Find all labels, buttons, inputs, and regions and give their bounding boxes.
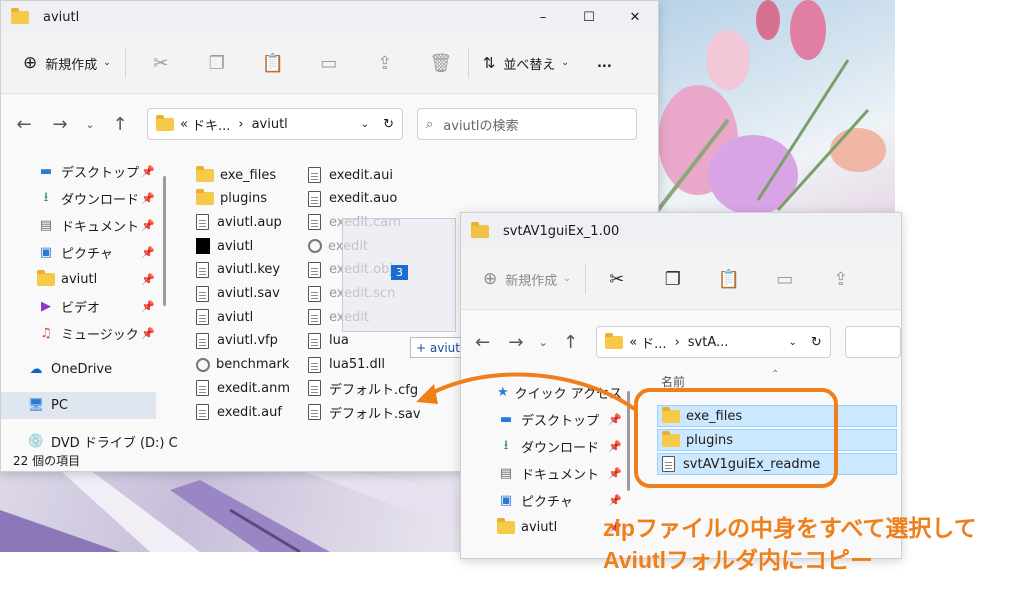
- instruction-line-2: Aviutlフォルダ内にコピー: [603, 547, 874, 573]
- annotation-overlay: [416, 372, 838, 488]
- selection-highlight-box: [634, 388, 838, 488]
- copy-arrow: [427, 372, 638, 412]
- arrow-head: [416, 384, 438, 404]
- instruction-line-1: zipファイルの中身をすべて選択して: [603, 515, 977, 541]
- instruction-annotation: zipファイルの中身をすべて選択して Aviutlフォルダ内にコピー: [603, 512, 977, 576]
